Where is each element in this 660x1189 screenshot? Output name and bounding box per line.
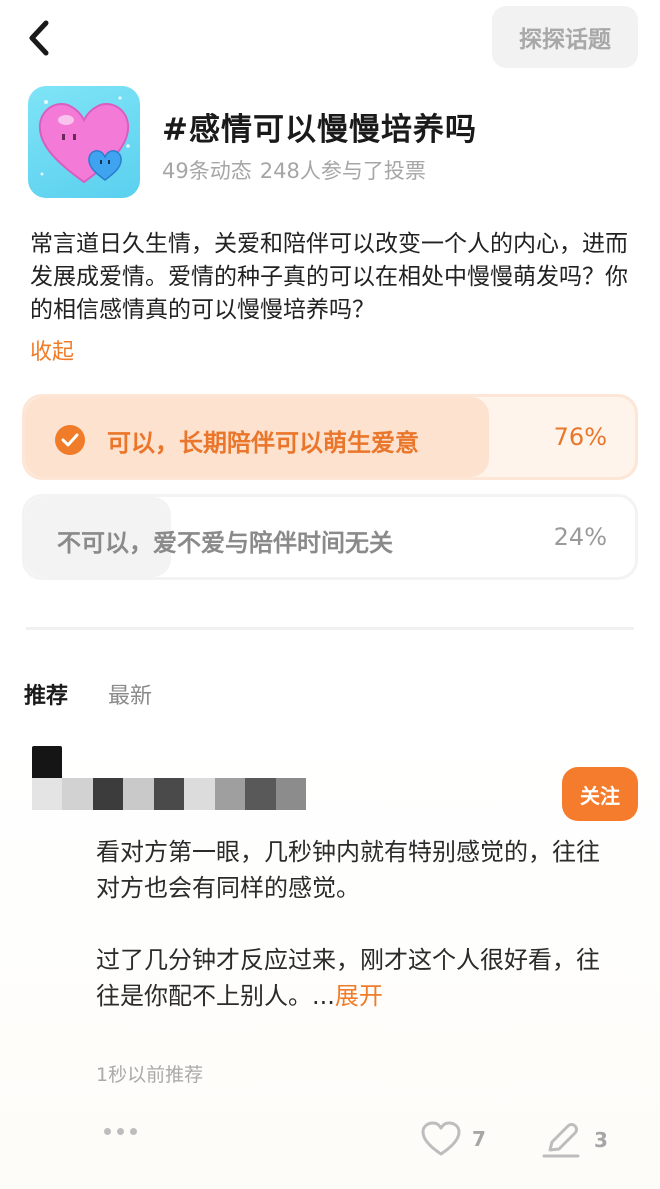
follow-button[interactable]: 关注 (562, 767, 638, 821)
dot (130, 1128, 137, 1135)
dot (117, 1128, 124, 1135)
poll-option-yes[interactable]: 可以，长期陪伴可以萌生爱意 76% (22, 394, 638, 480)
topic-description: 常言道日久生情，关爱和陪伴可以改变一个人的内心，进而发展成爱情。爱情的种子真的可… (30, 231, 628, 323)
back-button[interactable] (22, 18, 56, 58)
explore-topics-button[interactable]: 探探话题 (492, 6, 638, 68)
section-divider (26, 627, 634, 630)
dot (104, 1128, 111, 1135)
tab-latest[interactable]: 最新 (108, 678, 152, 710)
post-timestamp: 1秒以前推荐 (96, 1064, 204, 1086)
tab-recommended[interactable]: 推荐 (24, 678, 68, 710)
post-content: 看对方第一眼，几秒钟内就有特别感觉的，往往对方也会有同样的感觉。 过了几分钟才反… (96, 834, 616, 1014)
avatar[interactable] (32, 746, 62, 780)
poll-option-percent: 76% (553, 423, 607, 451)
username-blurred[interactable] (32, 778, 306, 810)
poll-option-no[interactable]: 不可以，爱不爱与陪伴时间无关 24% (22, 494, 638, 580)
chevron-left-icon (29, 20, 49, 56)
post-paragraph: 看对方第一眼，几秒钟内就有特别感觉的，往往对方也会有同样的感觉。 (96, 838, 600, 902)
heart-icon (421, 1121, 461, 1156)
like-button[interactable]: 7 (420, 1120, 486, 1158)
like-count: 7 (472, 1127, 486, 1151)
voters-count: 248人参与了投票 (259, 159, 426, 183)
topic-title: #感情可以慢慢培养吗 (162, 112, 477, 148)
edit-pen-icon (542, 1123, 580, 1158)
poll-option-label: 可以，长期陪伴可以萌生爱意 (107, 429, 419, 457)
poll-option-label: 不可以，爱不爱与陪伴时间无关 (57, 529, 393, 557)
heart-topic-icon (28, 86, 140, 198)
topic-meta: 49条动态 248人参与了投票 (162, 155, 426, 185)
posts-count: 49条动态 (162, 159, 252, 183)
comment-button[interactable]: 3 (540, 1120, 608, 1160)
expand-link[interactable]: 展开 (335, 982, 383, 1010)
collapse-link[interactable]: 收起 (30, 334, 74, 366)
check-circle-icon (55, 425, 85, 455)
poll-option-percent: 24% (553, 523, 607, 551)
more-options-button[interactable] (104, 1128, 137, 1135)
post-paragraph: 过了几分钟才反应过来，刚才这个人很好看，往往是你配不上别人。...展开 (96, 942, 616, 1014)
comment-count: 3 (594, 1128, 608, 1152)
